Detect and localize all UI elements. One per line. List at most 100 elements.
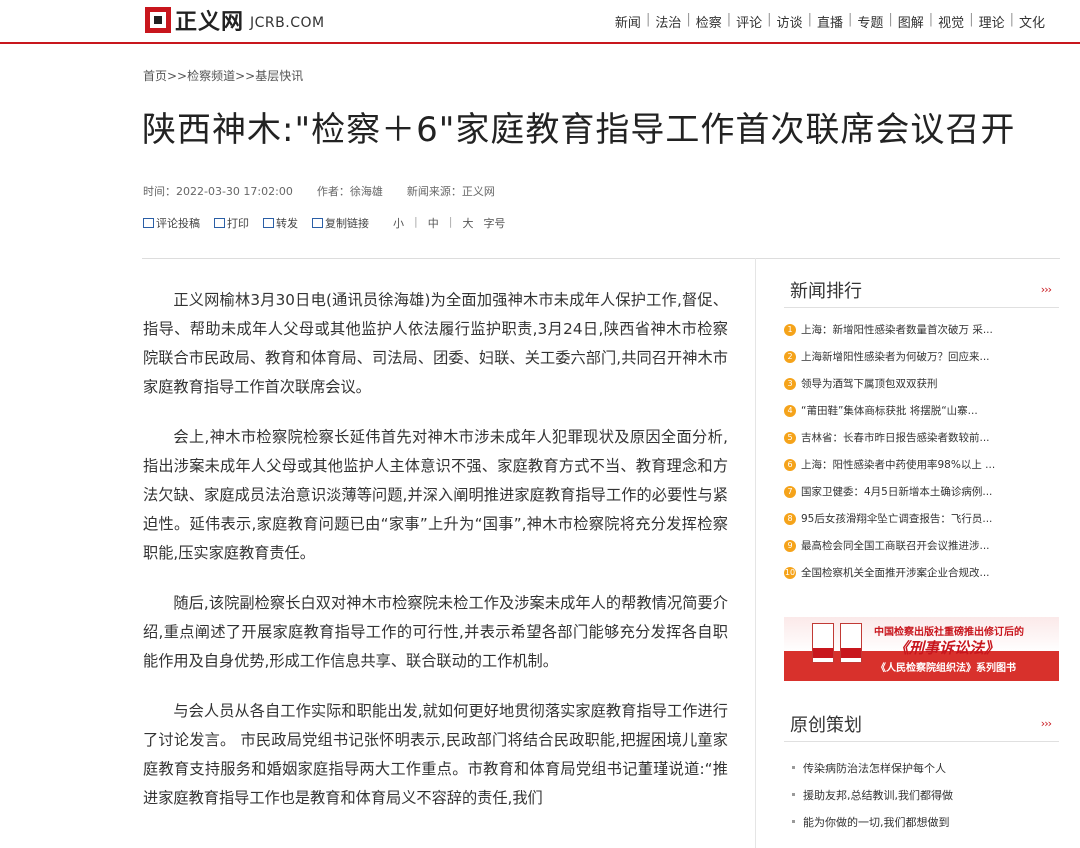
logo-domain: JCRB.COM [250,15,325,31]
rank-number-badge: 5 [784,431,796,444]
original-header: 原创策划 ››› [784,706,1059,742]
ranking-title: 新闻排行 [790,280,862,302]
logo-mark-icon [145,7,171,33]
article-body: 正义网榆林3月30日电(通讯员徐海雄)为全面加强神木市未成年人保护工作,督促、指… [143,286,728,834]
ranking-more-link[interactable]: ››› [1041,283,1052,296]
ranking-item[interactable]: 1 上海：新增阳性感染者数量首次破万 采... [784,316,1059,343]
nav-item-culture[interactable]: 文化 [1014,12,1050,31]
comment-label: 评论投稿 [156,217,200,230]
font-size-label: 字号 [483,217,506,230]
original-more-link[interactable]: ››› [1041,717,1052,730]
banner-subtitle: 《人民检察院组织法》系列图书 [876,663,1016,674]
nav-item-comment[interactable]: 评论 [731,12,767,31]
original-item-text: 能为你做的一切,我们都想做到 [803,815,950,829]
copy-link-label: 复制链接 [325,217,369,230]
original-item[interactable]: 能为你做的一切,我们都想做到 [784,808,1059,835]
rank-number-badge: 2 [784,350,796,363]
top-nav: 新闻 | 法治 | 检察 | 评论 | 访谈 | 直播 | 专题 | 图解 | 视觉 | 理论 | … [610,12,1050,31]
article-paragraph: 随后,该院副检察长白双对神木市检察院未检工作及涉案未成年人的帮教情况简要介绍,重… [143,594,728,670]
ranking-item-text: 上海新增阳性感染者为何破万？回应来... [801,351,990,363]
article-meta: 时间：2022-03-30 17:02:00 作者：徐海雄 新闻来源：正义网 [143,183,495,199]
ranking-item[interactable]: 8 95后女孩滑翔伞坠亡调查报告：飞行员... [784,505,1059,532]
column-divider [755,258,756,848]
ranking-item[interactable]: 4 “莆田鞋”集体商标获批 将摆脱“山寨... [784,397,1059,424]
rank-number-badge: 6 [784,458,796,471]
article-paragraph: 与会人员从各自工作实际和职能出发,就如何更好地贯彻落实家庭教育指导工作进行了讨论… [143,702,728,807]
logo-text: 正义网 [175,10,245,35]
ranking-item[interactable]: 3 领导为酒驾下属顶包双双获刑 [784,370,1059,397]
news-source: 新闻来源：正义网 [406,185,495,198]
rank-number-badge: 4 [784,404,796,417]
font-size-small[interactable]: 小 [393,215,404,231]
article-title: 陕西神木:"检察＋6"家庭教育指导工作首次联席会议召开 [142,110,1016,150]
nav-item-topic[interactable]: 专题 [852,12,888,31]
original-title: 原创策划 [790,714,862,736]
article-author: 作者：徐海雄 [316,185,383,198]
book-ad-banner[interactable]: 中国检察出版社重磅推出修订后的 《刑事诉讼法》 《人民检察院组织法》系列图书 [784,617,1059,681]
bullet-icon [792,793,795,796]
nav-item-live[interactable]: 直播 [812,12,848,31]
rank-number-badge: 3 [784,377,796,390]
ranking-item[interactable]: 9 最高检会同全国工商联召开会议推进涉... [784,532,1059,559]
ranking-item-text: 上海：新增阳性感染者数量首次破万 采... [801,324,993,336]
font-size-switcher: 小 | 中 | 大 字号 [393,215,505,231]
ranking-item-text: 吉林省：长春市昨日报告感染者数较前... [801,432,990,444]
site-header: 正义网 JCRB.COM 新闻 | 法治 | 检察 | 评论 | 访谈 | 直播 | 专题 |… [0,0,1080,44]
size-separator: | [414,215,418,228]
rank-number-badge: 1 [784,323,796,336]
print-button[interactable]: 打印 [214,215,249,231]
ranking-item[interactable]: 2 上海新增阳性感染者为何破万？回应来... [784,343,1059,370]
original-item-text: 援助友邦,总结教训,我们都得做 [803,788,953,802]
original-item-text: 传染病防治法怎样保护每个人 [803,761,946,775]
banner-headline: 中国检察出版社重磅推出修订后的 [874,627,1024,638]
ranking-item-text: 最高检会同全国工商联召开会议推进涉... [801,540,990,552]
ranking-item-text: 领导为酒驾下属顶包双双获刑 [801,378,938,390]
rank-number-badge: 8 [784,512,796,525]
article-paragraph: 会上,神木市检察院检察长延伟首先对神木市涉未成年人犯罪现状及原因全面分析,指出涉… [143,428,728,562]
ranking-item-text: 国家卫健委：4月5日新增本土确诊病例... [801,486,993,498]
nav-item-procuratorate[interactable]: 检察 [691,12,727,31]
nav-item-news[interactable]: 新闻 [610,12,646,31]
nav-item-theory[interactable]: 理论 [974,12,1010,31]
copy-link-button[interactable]: 复制链接 [312,215,369,231]
rank-number-badge: 10 [784,566,796,579]
ranking-item[interactable]: 10 全国检察机关全面推开涉案企业合规改... [784,559,1059,586]
breadcrumb[interactable]: 首页>>检察频道>>基层快讯 [143,67,303,84]
nav-item-visual[interactable]: 视觉 [933,12,969,31]
comment-icon [143,218,154,228]
book-cover-icon [812,623,834,663]
size-separator: | [448,215,453,228]
news-ranking-panel: 新闻排行 ››› 1 上海：新增阳性感染者数量首次破万 采... 2 上海新增阳性感… [784,272,1059,586]
nav-item-graphic[interactable]: 图解 [893,12,929,31]
original-feature-panel: 原创策划 ››› 传染病防治法怎样保护每个人 援助友邦,总结教训,我们都得做 能… [784,706,1059,835]
ranking-item[interactable]: 6 上海：阳性感染者中药使用率98%以上 ... [784,451,1059,478]
original-list: 传染病防治法怎样保护每个人 援助友邦,总结教训,我们都得做 能为你做的一切,我们… [784,754,1059,835]
ranking-item-text: 上海：阳性感染者中药使用率98%以上 ... [801,459,996,471]
publish-time: 时间：2022-03-30 17:02:00 [143,185,293,198]
site-logo[interactable]: 正义网 JCRB.COM [145,5,325,35]
ranking-header: 新闻排行 ››› [784,272,1059,308]
rank-number-badge: 7 [784,485,796,498]
rank-number-badge: 9 [784,539,796,552]
ranking-item-text: 全国检察机关全面推开涉案企业合规改... [801,567,990,579]
print-icon [214,218,225,228]
header-divider [142,258,1060,259]
ranking-item-text: 95后女孩滑翔伞坠亡调查报告：飞行员... [801,513,993,525]
original-item[interactable]: 传染病防治法怎样保护每个人 [784,754,1059,781]
ranking-list: 1 上海：新增阳性感染者数量首次破万 采... 2 上海新增阳性感染者为何破万？回应… [784,316,1059,586]
article-toolbar: 评论投稿 打印 转发 复制链接 小 | 中 | 大 字号 [143,215,505,231]
nav-item-interview[interactable]: 访谈 [772,12,808,31]
font-size-large[interactable]: 大 [462,215,473,231]
forward-button[interactable]: 转发 [263,215,298,231]
font-size-medium[interactable]: 中 [428,215,439,231]
comment-button[interactable]: 评论投稿 [143,215,200,231]
original-item[interactable]: 援助友邦,总结教训,我们都得做 [784,781,1059,808]
nav-item-law[interactable]: 法治 [650,12,686,31]
ranking-item[interactable]: 7 国家卫健委：4月5日新增本土确诊病例... [784,478,1059,505]
bullet-icon [792,766,795,769]
ranking-item[interactable]: 5 吉林省：长春市昨日报告感染者数较前... [784,424,1059,451]
bullet-icon [792,820,795,823]
book-cover-icon [840,623,862,663]
ranking-item-text: “莆田鞋”集体商标获批 将摆脱“山寨... [801,405,978,417]
print-label: 打印 [227,217,249,230]
